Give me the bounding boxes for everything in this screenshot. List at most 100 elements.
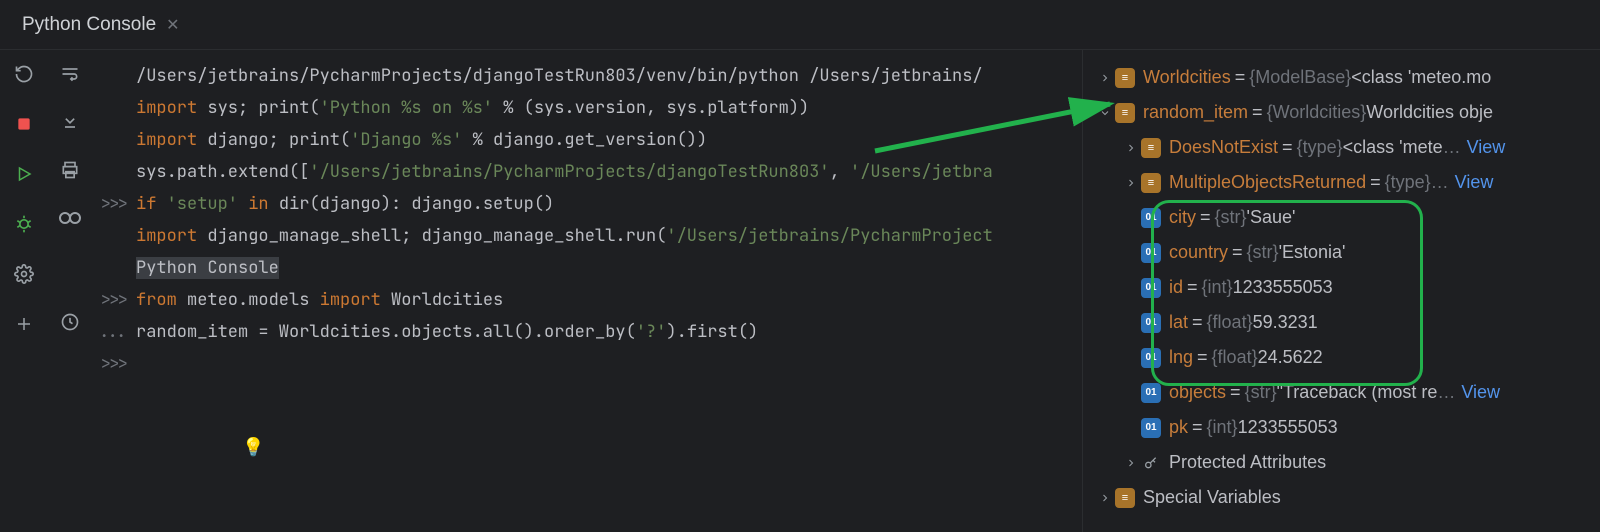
var-type: {int} <box>1207 417 1238 438</box>
var-row[interactable]: ≡Worldcities = {ModelBase} <class 'meteo… <box>1083 60 1600 95</box>
scroll-to-end-icon[interactable] <box>56 108 84 136</box>
equals: = <box>1187 277 1198 298</box>
var-name: lng <box>1169 347 1193 368</box>
var-row[interactable]: 01pk = {int} 1233555053 <box>1083 410 1600 445</box>
var-value: "Traceback (most re <box>1277 382 1438 403</box>
equals: = <box>1232 242 1243 263</box>
var-row[interactable]: 01lat = {float} 59.3231 <box>1083 305 1600 340</box>
console-line: ...random_item = Worldcities.objects.all… <box>92 316 1082 348</box>
intention-bulb-icon[interactable]: 💡 <box>242 436 264 459</box>
line-body: Python Console <box>136 252 1082 284</box>
add-icon[interactable] <box>10 310 38 338</box>
prompt-marker <box>92 92 136 124</box>
var-row[interactable]: 01country = {str} 'Estonia' <box>1083 235 1600 270</box>
chevron-right-icon[interactable] <box>1121 142 1141 154</box>
prompt-marker <box>92 156 136 188</box>
line-body: import django_manage_shell; django_manag… <box>136 220 1082 252</box>
settings-icon[interactable] <box>10 260 38 288</box>
var-type: {Worldcities} <box>1267 102 1367 123</box>
var-row[interactable]: ≡Special Variables <box>1083 480 1600 515</box>
equals: = <box>1230 382 1241 403</box>
console-line: Python Console <box>92 252 1082 284</box>
object-icon: ≡ <box>1141 138 1161 158</box>
action-strip <box>0 50 48 532</box>
var-type: {float} <box>1207 312 1253 333</box>
show-vars-icon[interactable] <box>56 204 84 232</box>
prompt-marker <box>92 252 136 284</box>
field-icon: 01 <box>1141 313 1161 333</box>
console-line: import sys; print('Python %s on %s' % (s… <box>92 92 1082 124</box>
var-label: Protected Attributes <box>1169 452 1326 473</box>
console-line: sys.path.extend(['/Users/jetbrains/Pycha… <box>92 156 1082 188</box>
field-icon: 01 <box>1141 383 1161 403</box>
var-name: id <box>1169 277 1183 298</box>
var-row[interactable]: Protected Attributes <box>1083 445 1600 480</box>
var-row[interactable]: 01 id = {int} 1233555053 <box>1083 270 1600 305</box>
chevron-right-icon[interactable] <box>1095 492 1115 504</box>
var-row[interactable]: ≡random_item = {Worldcities} Worldcities… <box>1083 95 1600 130</box>
object-icon: ≡ <box>1115 68 1135 88</box>
key-icon <box>1141 453 1161 473</box>
prompt-marker: >>> <box>92 284 136 316</box>
equals: = <box>1192 312 1203 333</box>
tab-python-console[interactable]: Python Console ✕ <box>12 14 190 36</box>
var-value: 59.3231 <box>1253 312 1318 333</box>
line-body: import sys; print('Python %s on %s' % (s… <box>136 92 1082 124</box>
ellipsis: … <box>1443 137 1461 158</box>
rerun-icon[interactable] <box>10 60 38 88</box>
var-row[interactable]: ≡MultipleObjectsReturned = {type} …View <box>1083 165 1600 200</box>
var-value: 24.5622 <box>1258 347 1323 368</box>
console-line: import django; print('Django %s' % djang… <box>92 124 1082 156</box>
var-value: 1233555053 <box>1238 417 1338 438</box>
tab-title: Python Console <box>22 14 156 36</box>
history-icon[interactable] <box>56 308 84 336</box>
console-line: >>> <box>92 348 1082 380</box>
chevron-right-icon[interactable] <box>1095 72 1115 84</box>
field-icon: 01 <box>1141 243 1161 263</box>
chevron-right-icon[interactable] <box>1121 457 1141 469</box>
var-row[interactable]: 01lng = {float} 24.5622 <box>1083 340 1600 375</box>
var-type: {float} <box>1212 347 1258 368</box>
var-value: 'Estonia' <box>1279 242 1346 263</box>
soft-wrap-icon[interactable] <box>56 60 84 88</box>
print-icon[interactable] <box>56 156 84 184</box>
var-row[interactable]: ≡DoesNotExist = {type} <class 'mete…View <box>1083 130 1600 165</box>
field-icon: 01 <box>1141 208 1161 228</box>
view-link[interactable]: View <box>1461 382 1500 403</box>
debug-icon[interactable] <box>10 210 38 238</box>
var-name: Worldcities <box>1143 67 1231 88</box>
equals: = <box>1235 67 1246 88</box>
var-value: 1233555053 <box>1233 277 1333 298</box>
console-line: >>>if 'setup' in dir(django): django.set… <box>92 188 1082 220</box>
prompt-marker: >>> <box>92 348 136 380</box>
prompt-marker <box>92 220 136 252</box>
var-type: {int} <box>1202 277 1233 298</box>
view-link[interactable]: View <box>1467 137 1506 158</box>
line-body: import django; print('Django %s' % djang… <box>136 124 1082 156</box>
equals: = <box>1192 417 1203 438</box>
workarea: /Users/jetbrains/PycharmProjects/djangoT… <box>0 50 1600 532</box>
var-type: {type} <box>1385 172 1431 193</box>
var-value: <class 'meteo.mo <box>1351 67 1491 88</box>
var-type: {str} <box>1247 242 1279 263</box>
prompt-marker: ... <box>92 316 136 348</box>
var-type: {type} <box>1297 137 1343 158</box>
var-name: random_item <box>1143 102 1248 123</box>
var-row[interactable]: 01city = {str} 'Saue' <box>1083 200 1600 235</box>
var-label: Special Variables <box>1143 487 1281 508</box>
line-body: sys.path.extend(['/Users/jetbrains/Pycha… <box>136 156 1082 188</box>
var-row[interactable]: 01objects = {str} "Traceback (most re…Vi… <box>1083 375 1600 410</box>
run-icon[interactable] <box>10 160 38 188</box>
view-link[interactable]: View <box>1455 172 1494 193</box>
console-output[interactable]: /Users/jetbrains/PycharmProjects/djangoT… <box>92 50 1082 532</box>
var-value: 'Saue' <box>1247 207 1296 228</box>
chevron-right-icon[interactable] <box>1121 177 1141 189</box>
stop-icon[interactable] <box>10 110 38 138</box>
equals: = <box>1370 172 1381 193</box>
variables-panel: ≡Worldcities = {ModelBase} <class 'meteo… <box>1082 50 1600 532</box>
field-icon: 01 <box>1141 278 1161 298</box>
close-icon[interactable]: ✕ <box>166 15 179 35</box>
ellipsis: … <box>1431 172 1449 193</box>
line-body: /Users/jetbrains/PycharmProjects/djangoT… <box>136 60 1082 92</box>
chevron-down-icon[interactable] <box>1095 107 1115 119</box>
